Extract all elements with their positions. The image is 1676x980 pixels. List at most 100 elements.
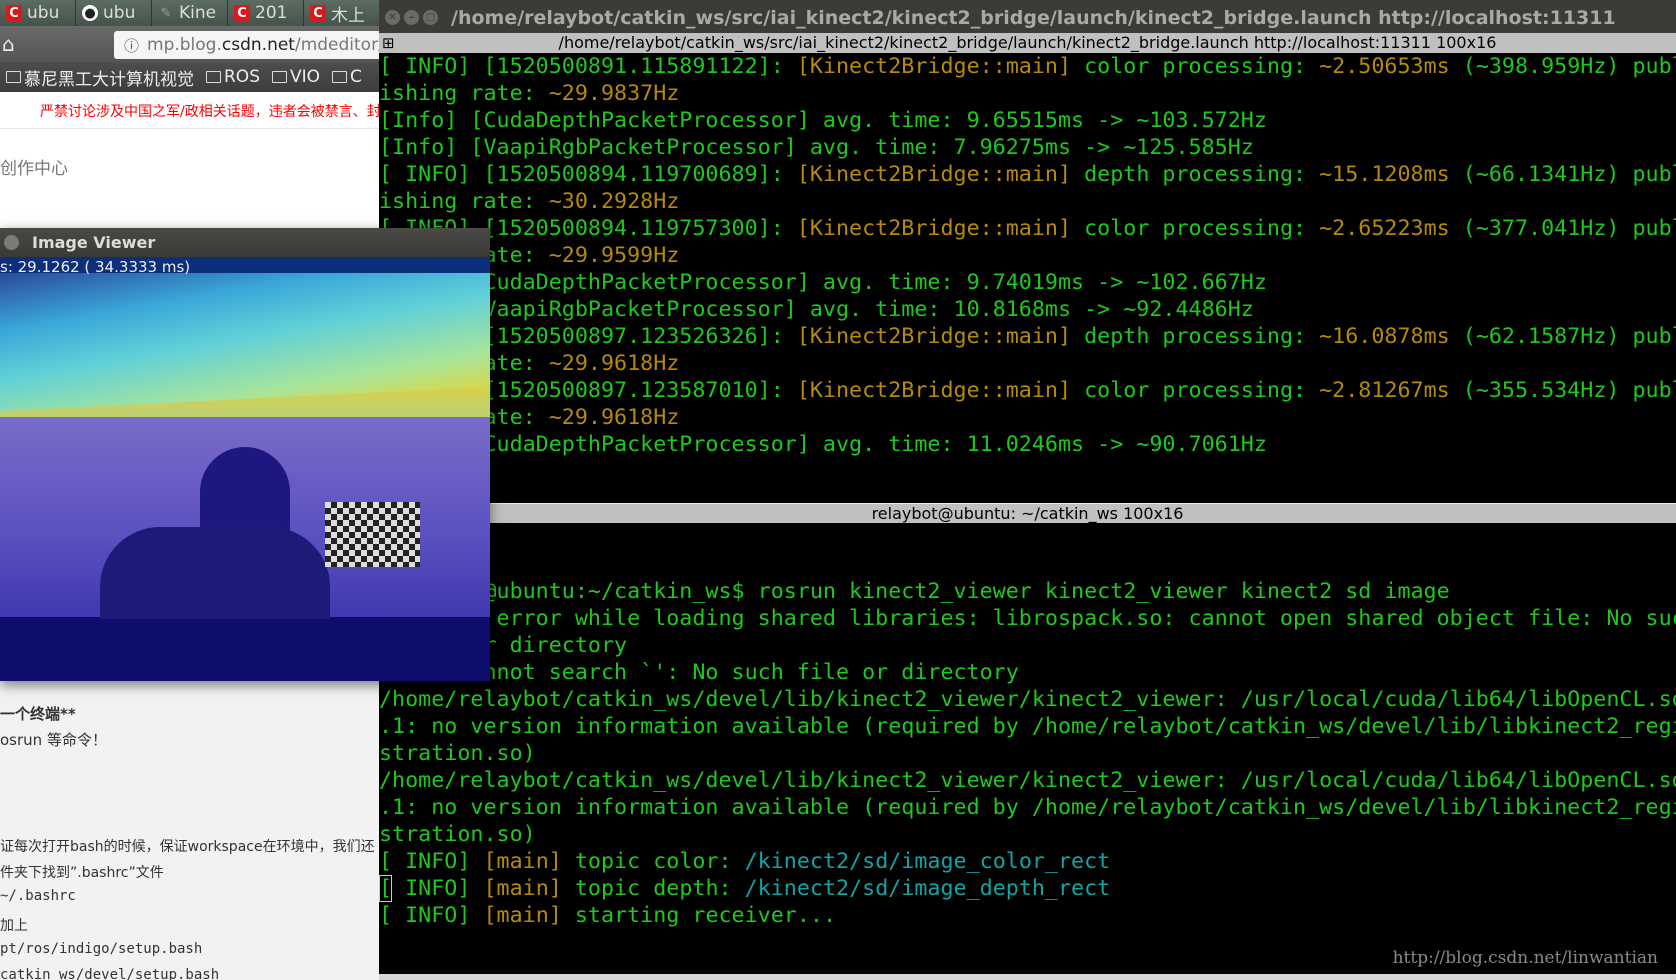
content-line: 证每次打开bash的时候，保证workspace在环境中，我们还	[0, 839, 375, 855]
terminal-text: [ INFO]	[379, 876, 484, 901]
tab-label: ubu	[103, 3, 136, 23]
divider	[0, 128, 400, 129]
url-text: mp.blog.csdn.net/mdeditor/7	[147, 35, 395, 55]
terminal-text: .1: no version information available (re…	[379, 714, 1676, 739]
tab-label: 木上	[331, 5, 365, 26]
terminal-line: ishing rate: ~29.9618Hz	[379, 350, 1676, 377]
tab-label: Kine	[179, 3, 217, 23]
terminal-text: (~377.041Hz) publ	[1449, 216, 1676, 241]
terminal-text: [main]	[483, 876, 562, 901]
terminal-text: ~15.1208ms	[1319, 162, 1450, 187]
terminal-line: [Info] [CudaDepthPacketProcessor] avg. t…	[379, 431, 1676, 458]
terminal-text: starting receiver...	[561, 903, 837, 928]
pane2-header: relaybot@ubuntu: ~/catkin_ws 100x16	[379, 503, 1676, 523]
image-viewer-title-bar: Image Viewer	[0, 228, 490, 257]
warning-banner: 严禁讨论涉及中国之军/政相关话题，违者会被禁言、封	[40, 104, 381, 120]
content-line: pt/ros/indigo/setup.bash	[0, 941, 203, 957]
maximize-icon[interactable]: □	[423, 10, 438, 25]
terminal-text: ishing rate:	[379, 81, 549, 106]
minimize-icon[interactable]: –	[404, 10, 419, 25]
create-center-link[interactable]: 创作中心	[0, 154, 68, 179]
close-icon[interactable]	[4, 235, 19, 250]
tab-label: 201	[255, 3, 288, 23]
terminal-text: (~398.959Hz) publ	[1449, 54, 1676, 79]
terminal-text: stration.so)	[379, 741, 536, 766]
browser-tab[interactable]: ● ubu	[76, 0, 152, 26]
terminal-title: /home/relaybot/catkin_ws/src/iai_kinect2…	[451, 6, 1616, 29]
terminal-line: [ INFO] [1520500894.119700689]: [Kinect2…	[379, 161, 1676, 188]
terminal-line: [ INFO] [1520500891.115891122]: [Kinect2…	[379, 53, 1676, 80]
terminal-text: color processing:	[1071, 216, 1320, 241]
terminal-line: /home/relaybot/catkin_ws/devel/lib/kinec…	[379, 686, 1676, 713]
window-bottom-edge	[379, 974, 1676, 980]
terminal-text: [Kinect2Bridge::main]	[796, 216, 1072, 241]
pane-header-text: relaybot@ubuntu: ~/catkin_ws 100x16	[871, 504, 1184, 523]
terminal-text: ~29.9618Hz	[548, 351, 680, 376]
terminal-pane-2[interactable]: relaybot@ubuntu:~/catkin_ws$ rosrun kine…	[379, 524, 1676, 974]
folder-icon	[332, 71, 348, 83]
browser-tab[interactable]: Cubu	[0, 0, 76, 26]
terminal-pane-1[interactable]: [ INFO] [1520500891.115891122]: [Kinect2…	[379, 53, 1676, 503]
terminal-text: ~29.9599Hz	[548, 243, 680, 268]
terminal-text: /kinect2/sd/image_depth_rect	[744, 876, 1111, 901]
terminal-text: [Info] [CudaDepthPacketProcessor] avg. t…	[379, 432, 1267, 457]
split-icon[interactable]: ⊞	[382, 33, 395, 53]
terminal-text: ~16.0878ms	[1319, 324, 1450, 349]
terminal-text: (~66.1341Hz) publ	[1449, 162, 1676, 187]
terminal-text: rospack: error while loading shared libr…	[379, 606, 1676, 631]
terminal-text: [Kinect2Bridge::main]	[796, 324, 1072, 349]
bookmark-label: VIO	[289, 67, 321, 87]
terminal-line: [ INFO] [main] topic color: /kinect2/sd/…	[379, 848, 1676, 875]
terminal-title-bar: ✕ – □ /home/relaybot/catkin_ws/src/iai_k…	[379, 0, 1676, 35]
terminal-line: [ INFO] [main] topic depth: /kinect2/sd/…	[379, 875, 1676, 902]
terminal-line: ishing rate: ~30.2928Hz	[379, 188, 1676, 215]
browser-tab[interactable]: C 木上	[304, 0, 380, 26]
csdn-icon: C	[310, 5, 326, 21]
terminal-line: stration.so)	[379, 740, 1676, 767]
terminal-line: [Info] [CudaDepthPacketProcessor] avg. t…	[379, 269, 1676, 296]
content-line: catkin_ws/devel/setup.bash	[0, 967, 220, 980]
bookmarks-bar: 慕尼黑工大计算机视觉 ROS VIO C	[0, 62, 400, 92]
terminal-text: ishing rate:	[379, 189, 549, 214]
info-icon[interactable]: ⓘ	[124, 35, 139, 56]
browser-tab-bar: Cubu ● ubu ✎ Kine C 201 C 木上	[0, 0, 400, 26]
bookmark-folder[interactable]: VIO	[271, 67, 321, 87]
terminal-text: depth processing:	[1071, 324, 1320, 349]
folder-icon	[271, 71, 287, 83]
terminal-text: .1: no version information available (re…	[379, 795, 1676, 820]
terminal-line: stration.so)	[379, 821, 1676, 848]
terminal-text: topic color:	[561, 849, 745, 874]
bookmark-folder[interactable]: ROS	[206, 67, 260, 87]
folder-icon	[206, 71, 221, 83]
folder-icon	[6, 71, 21, 83]
terminal-line: relaybot@ubuntu:~/catkin_ws$ rosrun kine…	[379, 578, 1676, 605]
terminal-text: ~29.9837Hz	[548, 81, 680, 106]
terminal-line: [Info] [CudaDepthPacketProcessor] avg. t…	[379, 107, 1676, 134]
bookmark-folder[interactable]: 慕尼黑工大计算机视觉	[6, 65, 194, 90]
content-line: 一个终端**	[0, 705, 76, 723]
page-icon: ✎	[160, 5, 172, 21]
terminal-line: rospack: error while loading shared libr…	[379, 605, 1676, 632]
terminal-text: topic depth:	[561, 876, 745, 901]
terminal-text: ~2.65223ms	[1319, 216, 1450, 241]
terminal-text: ~29.9618Hz	[548, 405, 680, 430]
close-icon[interactable]: ✕	[385, 10, 400, 25]
terminal-line: [ INFO] [1520500897.123526326]: [Kinect2…	[379, 323, 1676, 350]
image-viewer-window: Image Viewer s: 29.1262 ( 34.3333 ms)	[0, 228, 490, 681]
address-bar[interactable]: ⓘ mp.blog.csdn.net/mdeditor/7	[114, 31, 400, 59]
terminal-text: /home/relaybot/catkin_ws/devel/lib/kinec…	[379, 768, 1676, 793]
terminal-line: [Info] [VaapiRgbPacketProcessor] avg. ti…	[379, 296, 1676, 323]
browser-tab[interactable]: ✎ Kine	[152, 0, 228, 26]
content-line: 加上	[0, 918, 28, 934]
terminal-line: .1: no version information available (re…	[379, 794, 1676, 821]
csdn-icon: C	[234, 5, 250, 21]
terminal-line: nnot search `': No such file or director…	[379, 659, 1676, 686]
terminal-line: .1: no version information available (re…	[379, 713, 1676, 740]
browser-tab[interactable]: C 201	[228, 0, 304, 26]
bookmark-folder[interactable]: C	[332, 67, 362, 87]
terminal-line: /home/relaybot/catkin_ws/devel/lib/kinec…	[379, 767, 1676, 794]
terminal-text: (~62.1587Hz) publ	[1449, 324, 1676, 349]
depth-image	[0, 257, 490, 681]
home-icon[interactable]: ⌂	[2, 32, 15, 56]
terminal-line: [ INFO] [1520500897.123587010]: [Kinect2…	[379, 377, 1676, 404]
